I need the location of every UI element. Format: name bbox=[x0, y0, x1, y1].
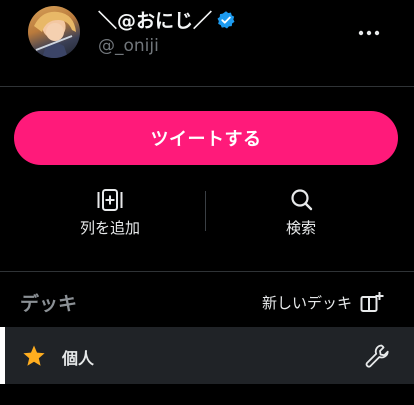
add-column-icon bbox=[97, 189, 123, 211]
add-column-label: 列を追加 bbox=[79, 219, 140, 237]
more-options-button[interactable] bbox=[354, 20, 384, 46]
display-name: ＼@おにじ／ bbox=[98, 6, 236, 33]
add-column-button[interactable]: 列を追加 bbox=[50, 188, 170, 240]
account-header: ＼@おにじ／ @_oniji bbox=[0, 0, 414, 86]
star-icon bbox=[23, 345, 45, 366]
avatar[interactable] bbox=[28, 6, 80, 58]
new-deck-button[interactable]: 新しいデッキ bbox=[262, 290, 384, 314]
deck-section-title: デッキ bbox=[20, 293, 78, 315]
divider bbox=[0, 86, 414, 87]
action-separator bbox=[205, 191, 206, 231]
selected-indicator bbox=[0, 327, 5, 384]
new-deck-icon bbox=[360, 292, 384, 312]
account-handle: @_oniji bbox=[98, 36, 159, 56]
search-label: 検索 bbox=[285, 219, 316, 237]
deck-item[interactable]: 個人 bbox=[0, 327, 414, 384]
search-button[interactable]: 検索 bbox=[241, 188, 361, 240]
search-icon bbox=[291, 189, 313, 211]
wrench-icon[interactable] bbox=[364, 343, 390, 369]
divider bbox=[0, 271, 414, 272]
tweet-button-label: ツイートする bbox=[150, 129, 262, 150]
verified-badge-icon bbox=[217, 10, 235, 28]
new-deck-label: 新しいデッキ bbox=[262, 293, 353, 312]
tweet-button[interactable]: ツイートする bbox=[14, 111, 398, 165]
more-horizontal-icon bbox=[358, 30, 380, 36]
deck-item-name: 個人 bbox=[62, 349, 95, 368]
display-name-text: ＼@おにじ／ bbox=[98, 10, 213, 32]
